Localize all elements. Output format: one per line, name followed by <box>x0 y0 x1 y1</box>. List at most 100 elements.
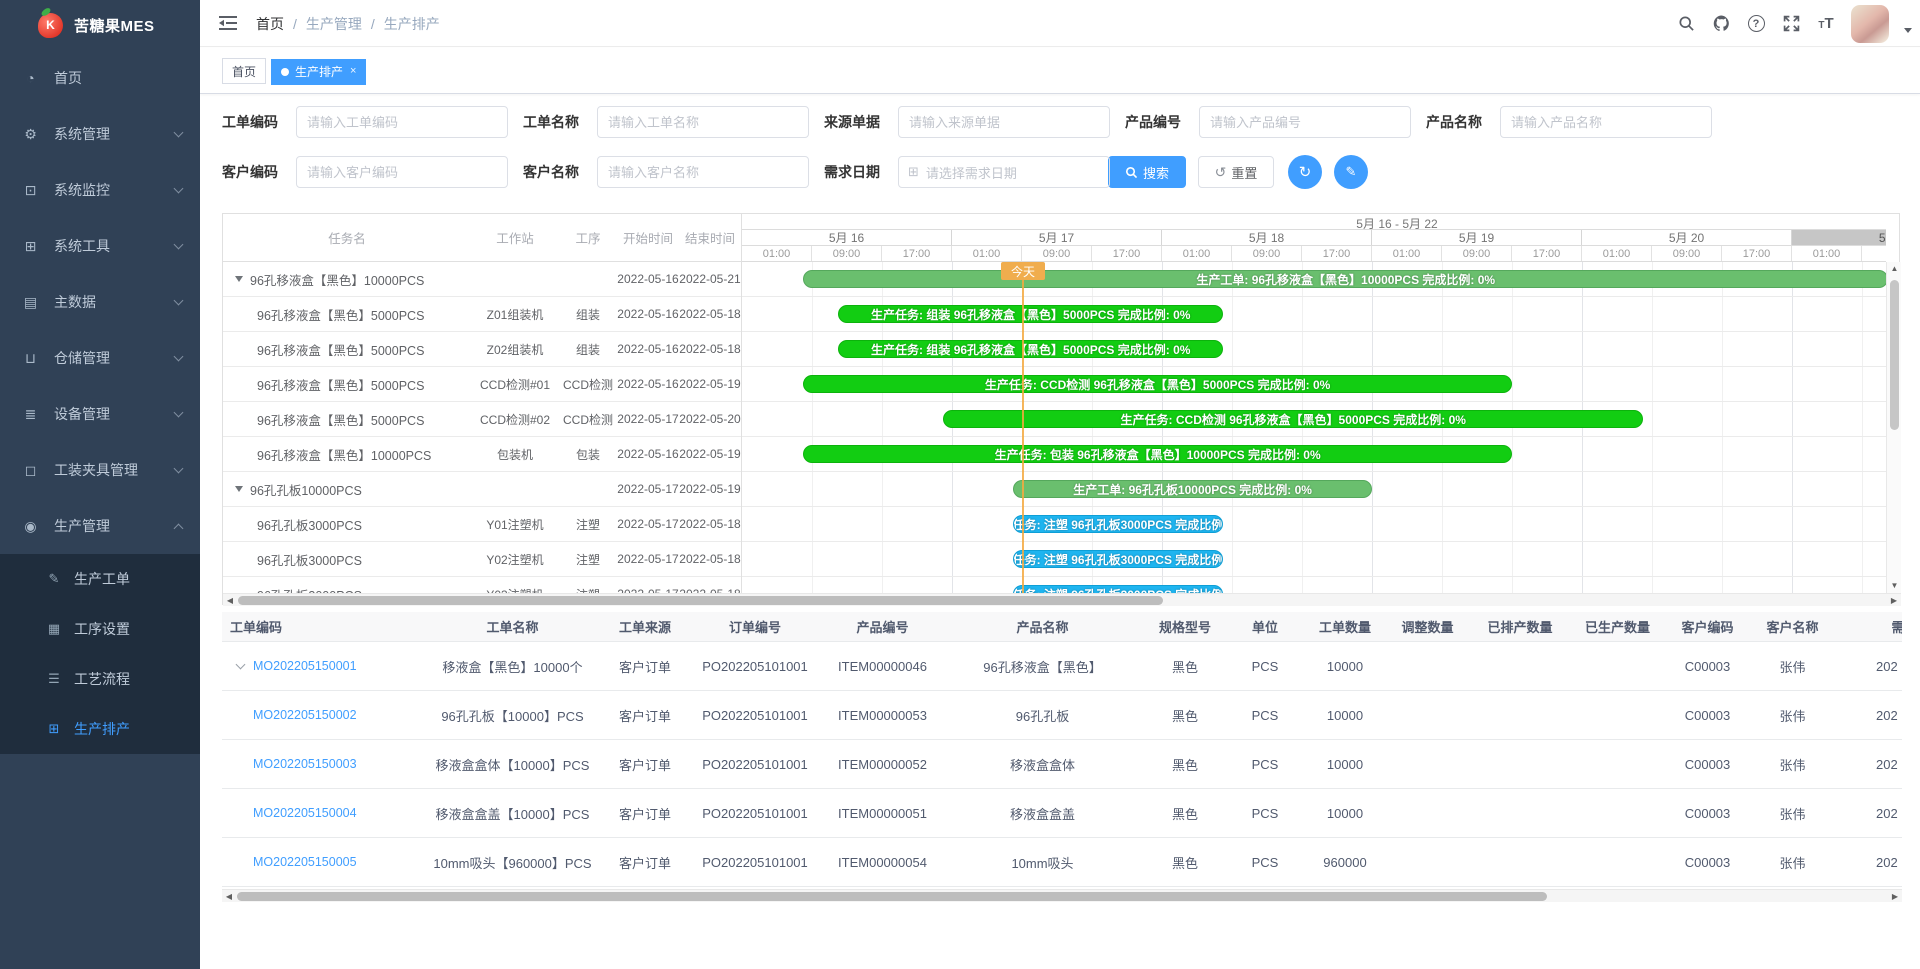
tab-首页[interactable]: 首页 <box>222 58 266 84</box>
orders-cell-2: 客户订单 <box>600 706 690 725</box>
gantt-task-row[interactable]: 96孔移液盒【黑色】5000PCSCCD检测#02CCD检测2022-05-17… <box>223 402 741 437</box>
gantt-column-3: 开始时间 <box>617 214 679 261</box>
gantt-task-row[interactable]: 96孔孔板3000PCSY02注塑机注塑2022-05-172022-05-18 <box>223 542 741 577</box>
gantt-bar[interactable]: 生产任务: CCD检测 96孔移液盒【黑色】5000PCS 完成比例: 0% <box>803 375 1512 393</box>
tab-label: 首页 <box>232 63 256 80</box>
orders-cell-14: 202 <box>1830 806 1902 821</box>
sidebar-toggle-icon[interactable] <box>218 14 238 32</box>
tree-expand-icon[interactable] <box>235 276 243 282</box>
filter-input[interactable] <box>296 106 508 138</box>
breadcrumb-item[interactable]: 首页 <box>256 14 284 34</box>
order-link[interactable]: MO202205150002 <box>253 708 357 722</box>
scroll-up-icon[interactable]: ▲ <box>1887 262 1902 276</box>
filter-input[interactable] <box>1199 106 1411 138</box>
gantt-task-row[interactable]: 96孔孔板3000PCSY03注塑机注塑2022-05-172022-05-18 <box>223 577 741 593</box>
gantt-vertical-scrollbar[interactable]: ▲ ▼ <box>1886 262 1901 593</box>
orders-cell-3: PO202205101001 <box>690 855 820 870</box>
gantt-bar[interactable]: 生产工单: 96孔移液盒【黑色】10000PCS 完成比例: 0% <box>803 270 1886 288</box>
orders-column-4: 产品编号 <box>820 612 945 641</box>
gantt-row-line <box>742 507 1886 542</box>
orders-horizontal-scrollbar[interactable]: ◀ ▶ <box>222 889 1902 902</box>
gantt-task-row[interactable]: 96孔孔板10000PCS2022-05-172022-05-19 <box>223 472 741 507</box>
search-button[interactable]: 搜索 <box>1108 156 1186 188</box>
sidebar-item-master-data[interactable]: ▤主数据 <box>0 274 200 330</box>
reset-button[interactable]: ↺ 重置 <box>1198 156 1274 188</box>
start-time-cell: 2022-05-17 <box>617 482 679 496</box>
scroll-left-icon[interactable]: ◀ <box>222 890 236 903</box>
help-icon[interactable]: ? <box>1746 14 1766 34</box>
gantt-vscroll-thumb[interactable] <box>1890 280 1899 430</box>
scroll-right-icon[interactable]: ▶ <box>1888 890 1902 903</box>
filter-input[interactable] <box>597 156 809 188</box>
sidebar-item-warehouse[interactable]: ⊔仓储管理 <box>0 330 200 386</box>
gantt-task-row[interactable]: 96孔移液盒【黑色】10000PCS包装机包装2022-05-162022-05… <box>223 437 741 472</box>
gantt-bar[interactable]: 生产工单: 96孔孔板10000PCS 完成比例: 0% <box>1013 480 1372 498</box>
fullscreen-icon[interactable] <box>1781 14 1801 34</box>
sidebar-item-monitor[interactable]: ⊡系统监控 <box>0 162 200 218</box>
app-logo-bar[interactable]: K 苦糖果MES <box>0 0 200 50</box>
edit-button[interactable]: ✎ <box>1334 155 1368 189</box>
search-icon[interactable] <box>1676 14 1696 34</box>
font-size-icon[interactable]: TT <box>1816 14 1836 34</box>
sidebar-item-production[interactable]: ◉生产管理 <box>0 498 200 554</box>
filter-input[interactable] <box>597 106 809 138</box>
sidebar-item-tools[interactable]: ⊞系统工具 <box>0 218 200 274</box>
refresh-button[interactable]: ↻ <box>1288 155 1322 189</box>
github-icon[interactable] <box>1711 14 1731 34</box>
orders-cell-2: 客户订单 <box>600 657 690 676</box>
orders-cell-8: 10000 <box>1300 708 1390 723</box>
sidebar-item-work-order[interactable]: ✎生产工单 <box>0 554 200 604</box>
order-link[interactable]: MO202205150005 <box>253 855 357 869</box>
chevron-down-icon[interactable] <box>1904 28 1912 33</box>
demand-date-input[interactable]: ⊞请选择需求日期 <box>898 156 1110 188</box>
sidebar-item-process-setting[interactable]: ▦工序设置 <box>0 604 200 654</box>
orders-hscroll-thumb[interactable] <box>237 892 1547 901</box>
sidebar-item-label: 设备管理 <box>54 404 110 424</box>
gantt-bar[interactable]: 生产任务: 组装 96孔移液盒【黑色】5000PCS 完成比例: 0% <box>838 340 1223 358</box>
sidebar-item-home[interactable]: ◔首页 <box>0 50 200 106</box>
filter-input[interactable] <box>296 156 508 188</box>
tree-expand-icon[interactable] <box>235 486 243 492</box>
scroll-left-icon[interactable]: ◀ <box>223 594 237 607</box>
start-time-cell: 2022-05-16 <box>617 307 679 321</box>
sidebar-item-scheduling[interactable]: ⊞生产排产 <box>0 704 200 754</box>
filter-panel: 搜索 ↺ 重置 ↻ ✎ 工单编码工单名称来源单据产品编号产品名称客户编码客户名称… <box>200 94 1920 213</box>
gantt-bar[interactable]: 生产任务: 注塑 96孔孔板3000PCS 完成比例: 0% <box>1013 550 1223 568</box>
gantt-bar[interactable]: 生产任务: 注塑 96孔孔板3000PCS 完成比例: 0% <box>1013 585 1223 593</box>
sidebar-item-process-flow[interactable]: ☰工艺流程 <box>0 654 200 704</box>
gantt-horizontal-scrollbar[interactable]: ◀ ▶ <box>223 593 1901 606</box>
gantt-day-5月 21: 5月 21 <box>1792 230 1886 245</box>
filter-input[interactable] <box>1500 106 1712 138</box>
order-link[interactable]: MO202205150004 <box>253 806 357 820</box>
filter-input[interactable] <box>898 106 1110 138</box>
gantt-bar[interactable]: 生产任务: CCD检测 96孔移液盒【黑色】5000PCS 完成比例: 0% <box>943 410 1643 428</box>
gantt-task-row[interactable]: 96孔移液盒【黑色】5000PCSZ01组装机组装2022-05-162022-… <box>223 297 741 332</box>
gantt-bar[interactable]: 生产任务: 组装 96孔移液盒【黑色】5000PCS 完成比例: 0% <box>838 305 1223 323</box>
gantt-task-row[interactable]: 96孔移液盒【黑色】10000PCS2022-05-162022-05-21 <box>223 262 741 297</box>
gantt-task-row[interactable]: 96孔孔板3000PCSY01注塑机注塑2022-05-172022-05-18 <box>223 507 741 542</box>
table-row[interactable]: MO202205150004移液盒盒盖【10000】PCS客户订单PO20220… <box>222 789 1902 838</box>
sidebar-item-fixture[interactable]: ◻工装夹具管理 <box>0 442 200 498</box>
gantt-bar[interactable]: 生产任务: 注塑 96孔孔板3000PCS 完成比例: 0% <box>1013 515 1223 533</box>
table-row[interactable]: MO202205150001移液盒【黑色】10000个客户订单PO2022051… <box>222 642 1902 691</box>
table-row[interactable]: MO202205150003移液盒盒体【10000】PCS客户订单PO20220… <box>222 740 1902 789</box>
scroll-right-icon[interactable]: ▶ <box>1887 594 1901 607</box>
end-time-cell: 2022-05-18 <box>679 342 741 356</box>
gantt-task-row[interactable]: 96孔移液盒【黑色】5000PCSZ02组装机组装2022-05-162022-… <box>223 332 741 367</box>
scroll-down-icon[interactable]: ▼ <box>1887 579 1902 593</box>
orders-cell-13: 张伟 <box>1755 804 1830 823</box>
gantt-bar[interactable]: 生产任务: 包装 96孔移液盒【黑色】10000PCS 完成比例: 0% <box>803 445 1512 463</box>
sidebar-item-equipment[interactable]: ≣设备管理 <box>0 386 200 442</box>
tab-生产排产[interactable]: 生产排产× <box>271 59 366 85</box>
avatar[interactable] <box>1851 5 1889 43</box>
close-icon[interactable]: × <box>350 66 356 77</box>
gantt-day-header: 5月 165月 175月 185月 195月 205月 21 <box>742 230 1886 246</box>
chevron-down-icon[interactable] <box>236 660 246 670</box>
sidebar-item-system[interactable]: ⚙系统管理 <box>0 106 200 162</box>
order-link[interactable]: MO202205150001 <box>253 659 357 673</box>
table-row[interactable]: MO20220515000296孔孔板【10000】PCS客户订单PO20220… <box>222 691 1902 740</box>
order-link[interactable]: MO202205150003 <box>253 757 357 771</box>
table-row[interactable]: MO20220515000510mm吸头【960000】PCS客户订单PO202… <box>222 838 1902 887</box>
gantt-hscroll-thumb[interactable] <box>238 596 1163 605</box>
gantt-task-row[interactable]: 96孔移液盒【黑色】5000PCSCCD检测#01CCD检测2022-05-16… <box>223 367 741 402</box>
